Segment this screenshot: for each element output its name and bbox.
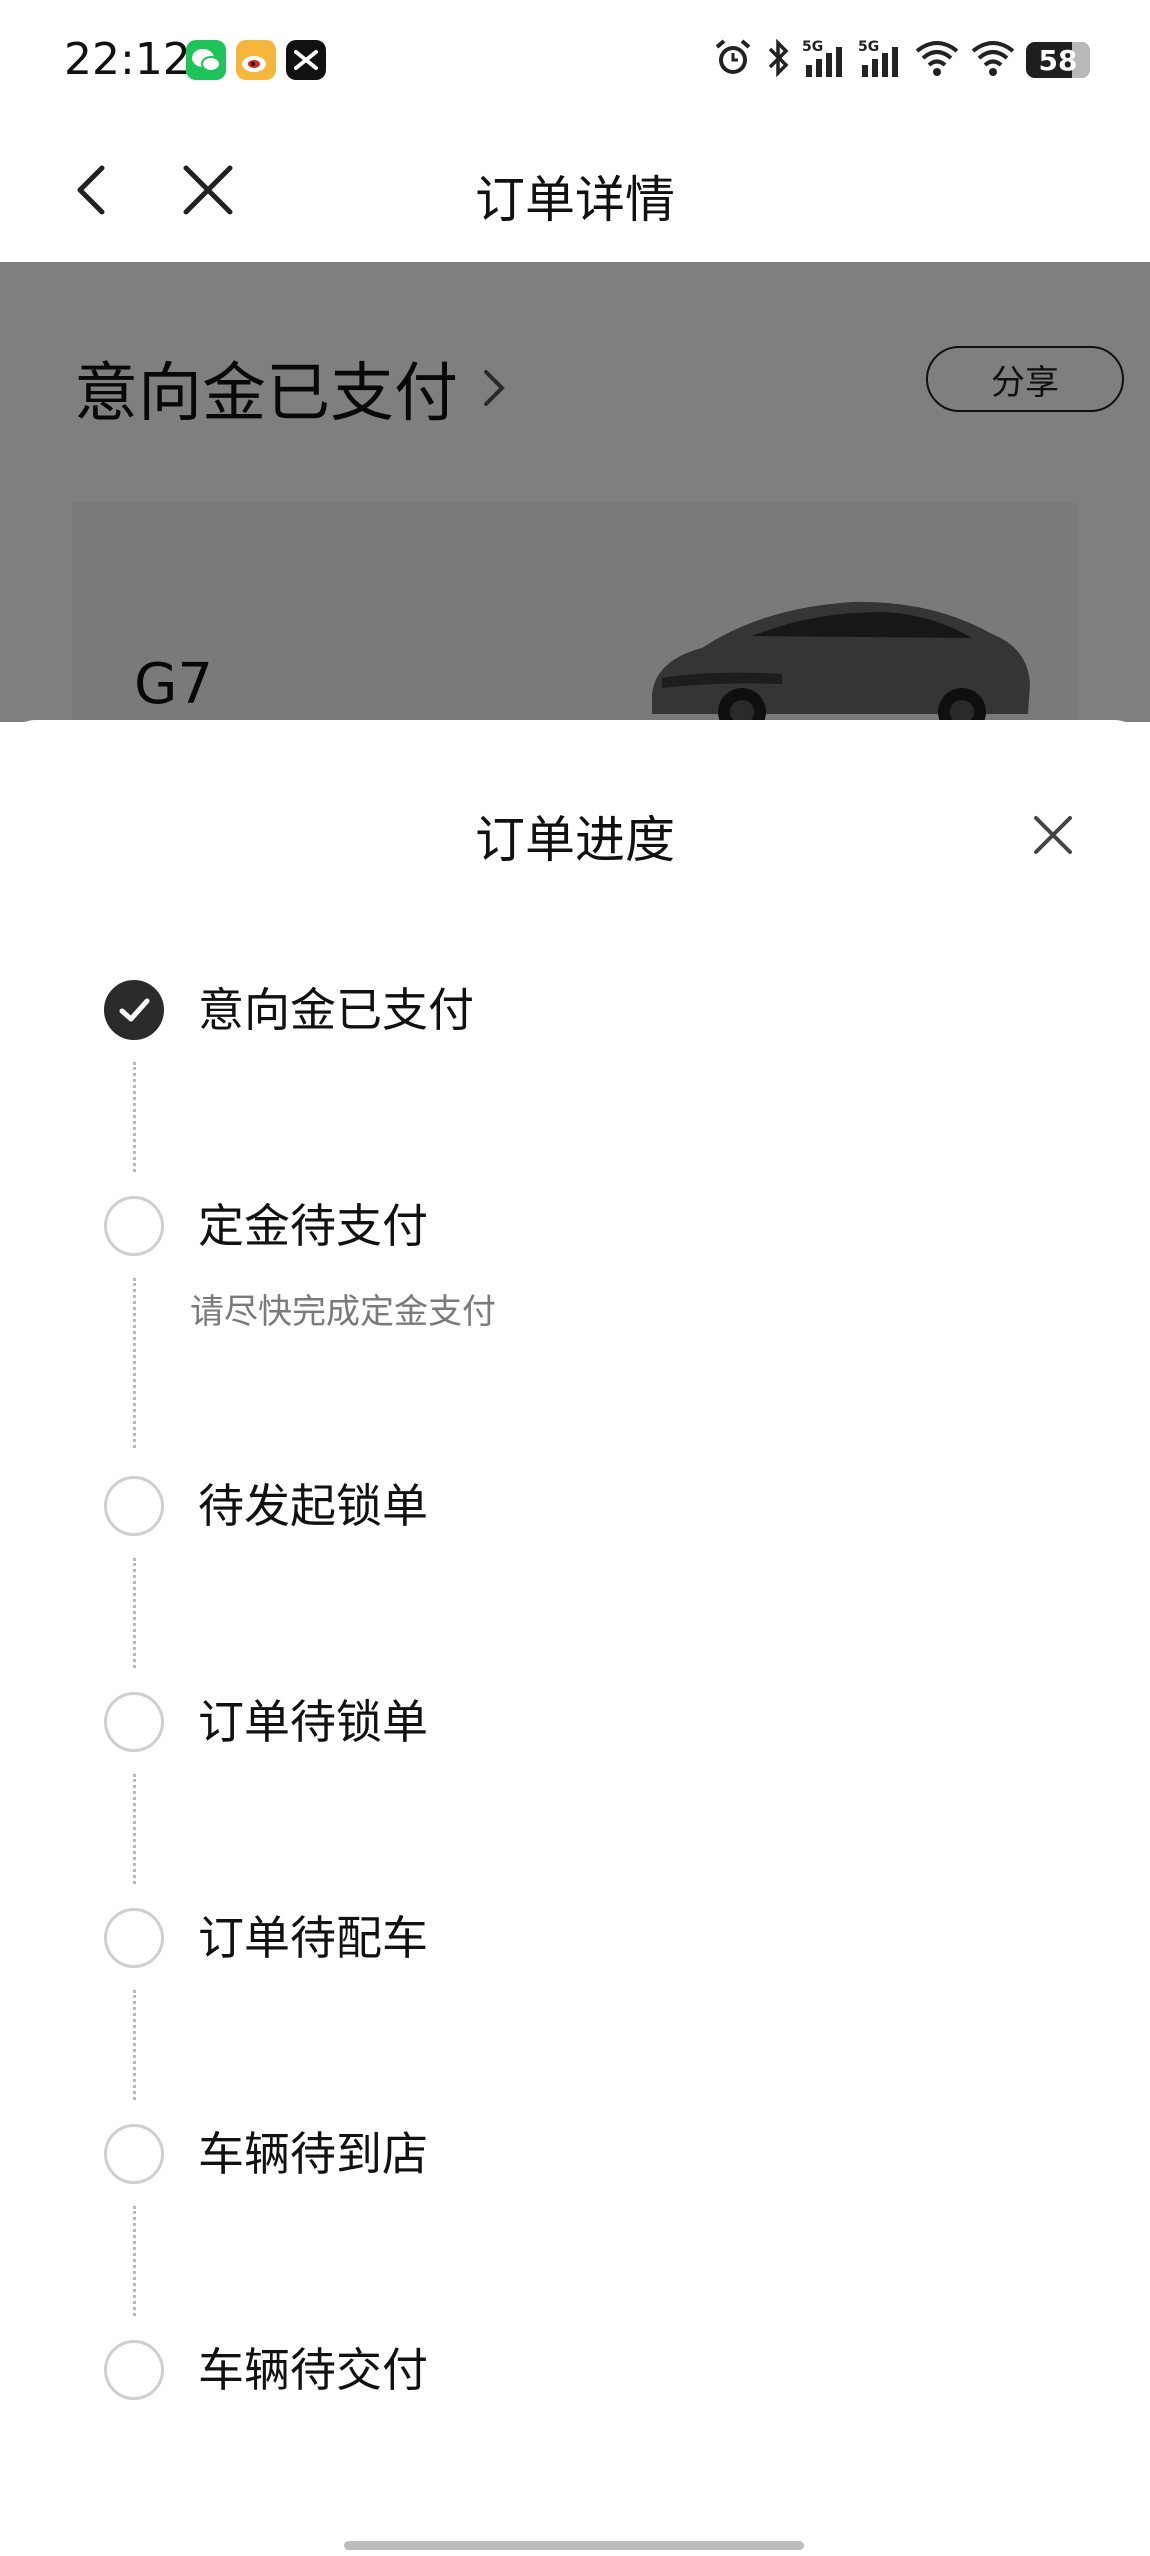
sheet-close-button[interactable]: [1030, 812, 1076, 858]
step-connector: [133, 1774, 136, 1884]
step-hint: 请尽快完成定金支付: [190, 1292, 496, 1332]
battery-icon: 58: [1026, 42, 1090, 78]
step-label: 定金待支付: [198, 1199, 428, 1253]
step-pending-icon: [104, 1196, 164, 1256]
step-connector: [133, 1062, 136, 1172]
capcut-icon: [286, 40, 326, 80]
step-pending-icon: [104, 1476, 164, 1536]
order-progress-sheet: 订单进度 意向金已支付 定金待支付 请尽快完成定金支付 待发起锁单 订单待锁单 …: [0, 720, 1150, 2556]
step-connector: [133, 1990, 136, 2100]
step-label: 订单待锁单: [198, 1695, 428, 1749]
check-icon: [119, 998, 150, 1022]
step-connector: [133, 1278, 136, 1448]
step-connector: [133, 2206, 136, 2316]
modal-overlay[interactable]: [0, 262, 1150, 722]
svg-text:5G: 5G: [802, 39, 823, 55]
bluetooth-icon: [764, 37, 792, 83]
step-label: 车辆待交付: [198, 2343, 428, 2397]
step-label: 待发起锁单: [198, 1479, 428, 1533]
step-label: 订单待配车: [198, 1911, 428, 1965]
step-connector: [133, 1558, 136, 1668]
sheet-title: 订单进度: [475, 811, 675, 869]
alarm-icon: [712, 37, 754, 83]
nav-bar: 订单详情: [0, 120, 1150, 262]
weibo-icon: [236, 40, 276, 80]
wechat-icon: [186, 40, 226, 80]
page-title: 订单详情: [475, 171, 675, 229]
status-bar: 22:12 5G 5G 58: [0, 0, 1150, 120]
step-done-icon: [104, 980, 164, 1040]
signal-5g-1-icon: 5G: [802, 37, 848, 83]
wifi-1-icon: [914, 37, 960, 83]
close-icon: [1034, 816, 1072, 854]
svg-text:5G: 5G: [858, 39, 879, 55]
step-pending-icon: [104, 1908, 164, 1968]
status-time: 22:12: [64, 34, 191, 85]
step-pending-icon: [104, 2340, 164, 2400]
step-label: 车辆待到店: [198, 2127, 428, 2181]
home-indicator[interactable]: [344, 2541, 804, 2550]
signal-5g-2-icon: 5G: [858, 37, 904, 83]
step-label: 意向金已支付: [198, 983, 474, 1037]
wifi-2-icon: [970, 37, 1016, 83]
step-pending-icon: [104, 1692, 164, 1752]
step-pending-icon: [104, 2124, 164, 2184]
battery-level: 58: [1038, 43, 1078, 77]
